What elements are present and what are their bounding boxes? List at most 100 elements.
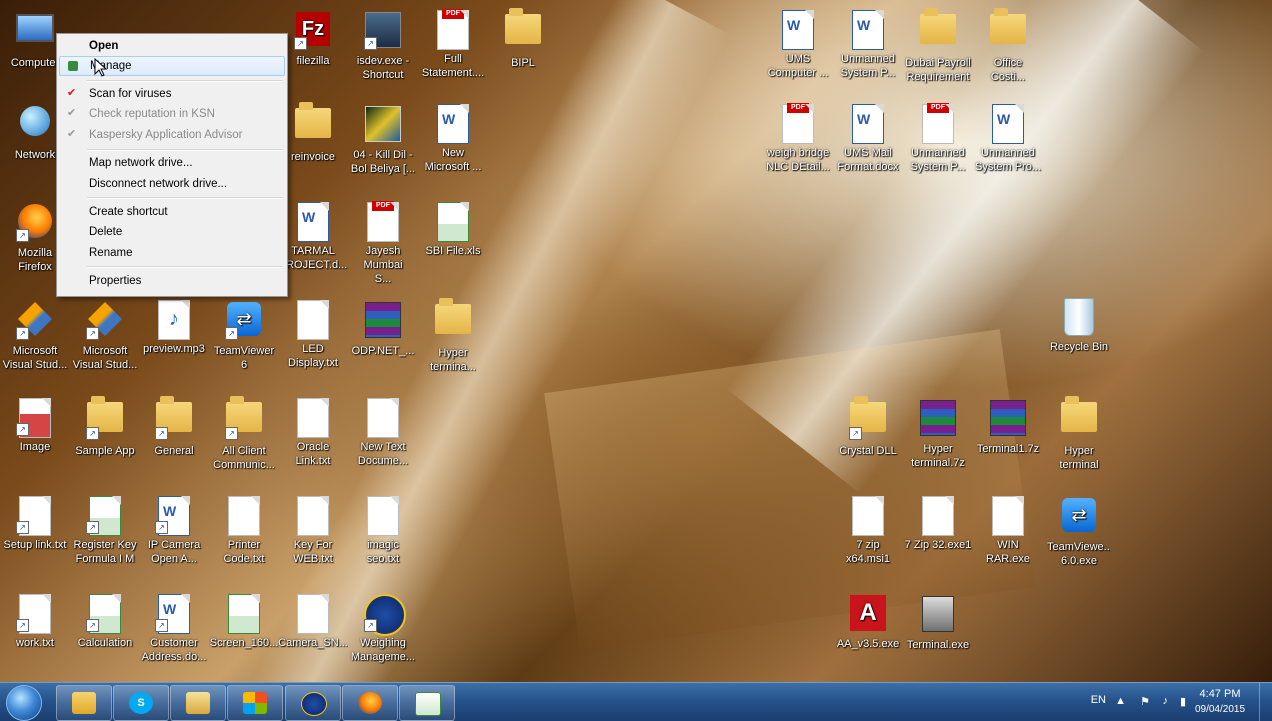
desktop-icon-hyper-terminal-2[interactable]: Hyper terminal [1044,396,1114,472]
show-hidden-icons-icon[interactable]: ▲ [1115,695,1126,707]
desktop-icon-work-txt[interactable]: ↗ work.txt [0,594,70,650]
desktop-icon-weighing-mgmt[interactable]: ↗ Weighing Manageme... [348,594,418,664]
desktop-icon-led-display[interactable]: LED Display.txt [278,300,348,370]
desktop-icon-key-for-web[interactable]: Key For WEB.txt [278,496,348,566]
menu-item-map-drive[interactable]: Map network drive... [59,153,285,173]
desktop-icon-isdev[interactable]: ↗ isdev.exe - Shortcut [348,10,418,82]
desktop-icon-filezilla[interactable]: Fz ↗ filezilla [278,10,348,68]
menu-item-label: Delete [89,226,123,238]
desktop-icon-oracle-link[interactable]: Oracle Link.txt [278,398,348,468]
show-desktop-button[interactable] [1259,683,1272,721]
desktop-icon-unmanned-2[interactable]: PDF Unmanned System P... [903,103,973,174]
start-button[interactable] [4,684,44,721]
image-folder-icon: ↗ [16,398,54,438]
desktop-icon-new-text[interactable]: New Text Docume... [348,398,418,468]
kaspersky-icon: ✔ [67,107,77,119]
menu-item-create-shortcut[interactable]: Create shortcut [59,202,285,222]
folder-icon [294,102,332,146]
icon-label: Full Statement.... [421,53,485,79]
taskbar-file-manager[interactable] [170,685,226,721]
desktop-icon-terminal17z[interactable]: Terminal1.7z [973,398,1043,456]
desktop-icon-calculation[interactable]: ↗ Calculation [70,594,140,650]
volume-icon[interactable]: ♪ [1163,695,1169,707]
taskbar-skype[interactable]: S [113,685,169,721]
desktop-icon-kill-dil[interactable]: 04 - Kill Dil - Bol Beliya [... [348,104,418,176]
desktop-icon-customer-address[interactable]: W ↗ Customer Address.do... [139,594,209,664]
icon-label: Microsoft Visual Stud... [2,345,68,371]
desktop-icon-screen-160[interactable]: Screen_160... [209,594,279,650]
desktop-icon-jayesh[interactable]: PDF Jayesh Mumbai S... [348,201,418,286]
menu-item-scan[interactable]: ✔ Scan for viruses [59,84,285,104]
desktop-icon-ums-mail[interactable]: W UMS Mail Format.docx [833,104,903,174]
menu-item-open[interactable]: Open [59,36,285,56]
desktop-icon-bipl[interactable]: BIPL [488,8,558,70]
desktop-icon-reinvoice[interactable]: reinvoice [278,102,348,164]
desktop-icon-sample-app[interactable]: ↗ Sample App [70,396,140,458]
word-file-icon: W ↗ [155,496,193,536]
desktop-icon-new-microsoft[interactable]: W New Microsoft ... [418,104,488,174]
desktop-icon-general[interactable]: ↗ General [139,396,209,458]
desktop-icon-full-statement[interactable]: PDF Full Statement.... [418,9,488,80]
icon-label: Calculation [77,637,133,649]
pdf-file-icon: PDF [364,201,402,242]
desktop-icon-aa-v35[interactable]: A AA_v3.5.exe [833,594,903,651]
menu-item-properties[interactable]: Properties [59,271,285,291]
menu-item-label: Scan for viruses [89,88,172,100]
desktop-icon-7zip-32[interactable]: 7 Zip 32.exe1 [903,496,973,552]
desktop-icon-image[interactable]: ↗ Image [0,398,70,454]
menu-item-check-reputation: ✔ Check reputation in KSN [59,104,285,124]
icon-label: Weighing Manageme... [350,637,416,663]
desktop-icon-ms-visual-2[interactable]: ↗ Microsoft Visual Stud... [70,300,140,372]
clock[interactable]: 4:47 PM 09/04/2015 [1190,687,1250,717]
icon-label: Microsoft Visual Stud... [72,345,138,371]
desktop-icon-sbi-file[interactable]: SBI File.xls [418,202,488,258]
desktop-icon-preview-mp3[interactable]: ♪ preview.mp3 [139,300,209,356]
desktop-icon-ip-camera[interactable]: W ↗ IP Camera Open A... [139,496,209,566]
network-status-icon[interactable]: ▮ [1180,695,1186,708]
desktop-icon-office-costing[interactable]: Office Costi... [973,8,1043,84]
menu-separator [87,197,283,199]
menu-item-label: Check reputation in KSN [89,108,215,120]
desktop-icon-all-client[interactable]: ↗ All Client Communic... [209,396,279,472]
desktop-icon-ms-visual-1[interactable]: ↗ Microsoft Visual Stud... [0,300,70,372]
desktop-icon-register-key[interactable]: ↗ Register Key Formula I M [70,496,140,566]
desktop-icon-unmanned-1[interactable]: W Unmanned System P... [833,10,903,80]
taskbar-spreadsheet[interactable] [399,685,455,721]
language-indicator[interactable]: EN [1091,694,1106,706]
desktop-icon-odp-net[interactable]: ODP.NET_... [348,300,418,358]
desktop-icon-tarmal[interactable]: W TARMAL PROJECT.d... [278,202,348,272]
desktop-icon-weigh-bridge[interactable]: PDF weigh bridge NLC DEtail... [763,103,833,174]
desktop-icon-crystal-dll[interactable]: ↗ Crystal DLL [833,396,903,458]
action-center-icon[interactable]: ⚑ [1140,695,1150,708]
desktop-icon-7zip-x64[interactable]: 7 zip x64.msi1 [833,496,903,566]
menu-item-rename[interactable]: Rename [59,243,285,263]
desktop-icon-win-rar[interactable]: WIN RAR.exe1 [973,496,1043,566]
desktop-icon-terminal-exe[interactable]: Terminal.exe [903,594,973,652]
icon-label: LED Display.txt [288,343,338,369]
desktop-icon-camera-sn[interactable]: Camera_SN... [278,594,348,650]
desktop-icon-printer-code[interactable]: Printer Code.txt [209,496,279,566]
desktop-icon-hyper-terminal-1[interactable]: Hyper termina... [418,298,488,374]
desktop-icon-dubai-payroll[interactable]: Dubai Payroll Requirement [903,8,973,84]
icon-label: TeamViewe... 6.0.exe [1047,541,1111,567]
menu-item-delete[interactable]: Delete [59,222,285,242]
desktop-icon-teamviewer60[interactable]: ⇄ TeamViewe... 6.0.exe [1044,496,1114,568]
menu-item-disconnect-drive[interactable]: Disconnect network drive... [59,174,285,194]
word-file-icon: W [849,104,887,144]
desktop-icon-setup-link[interactable]: ↗ Setup link.txt [0,496,70,552]
folder-icon [434,298,472,342]
desktop-icon-unmanned-3[interactable]: W Unmanned System Pro... [973,104,1043,174]
menu-item-manage[interactable]: Manage [59,56,285,76]
desktop-icon-ums-computer[interactable]: W UMS Computer ... [763,10,833,80]
desktop-icon-imagic-seo[interactable]: imagic seo.txt [348,496,418,566]
desktop-icon-teamviewer6[interactable]: ⇄ ↗ TeamViewer 6 [209,300,279,372]
desktop-icon-recycle-bin[interactable]: Recycle Bin [1044,298,1114,354]
taskbar-weighing-app[interactable] [285,685,341,721]
autocad-icon: A [849,595,887,633]
icon-label: Customer Address.do... [141,637,207,663]
file-icon [989,496,1027,536]
taskbar-explorer-libraries[interactable] [56,685,112,721]
taskbar-app-launcher[interactable] [227,685,283,721]
taskbar-firefox[interactable] [342,685,398,721]
desktop-icon-hyper-terminal-7z[interactable]: Hyper terminal.7z [903,398,973,470]
